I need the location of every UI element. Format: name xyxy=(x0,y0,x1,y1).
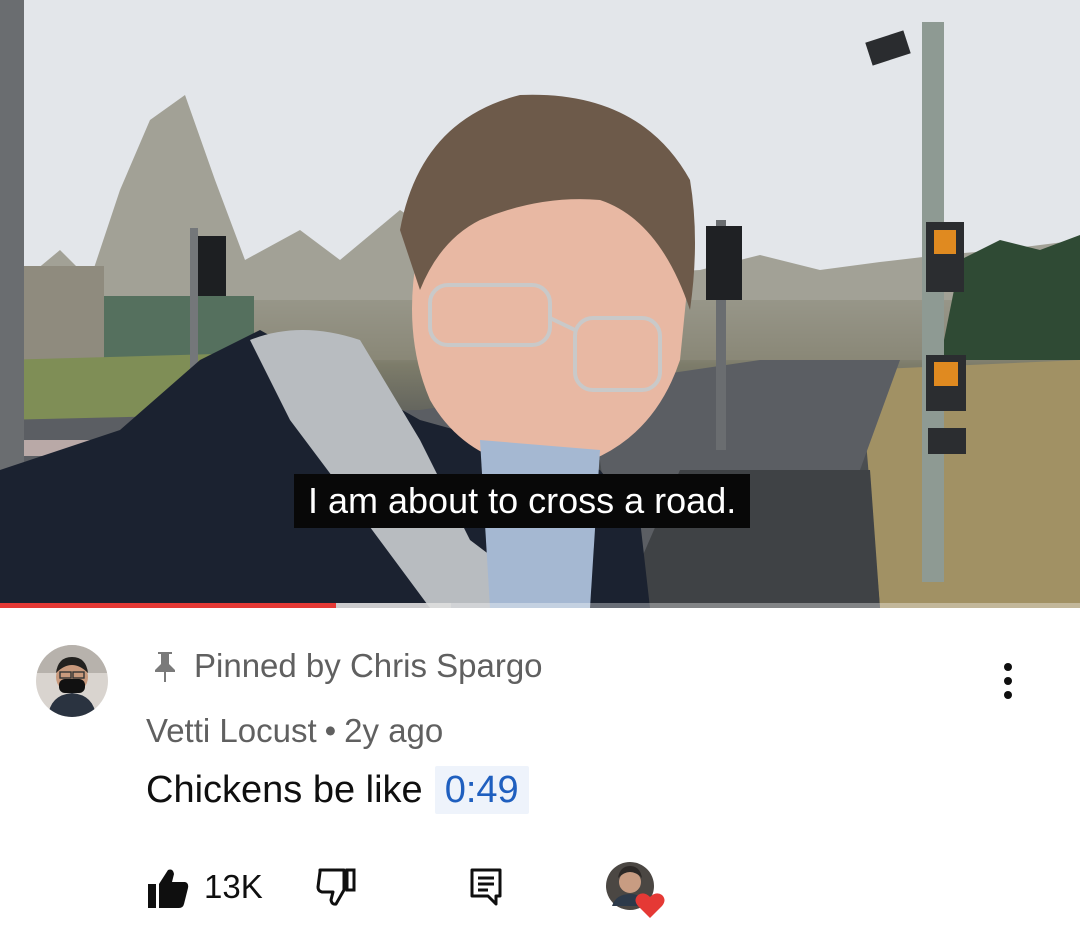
reply-icon[interactable] xyxy=(466,866,506,906)
comment-age: 2y ago xyxy=(344,712,444,749)
more-vert-icon[interactable] xyxy=(992,660,1024,704)
progress-played xyxy=(0,603,336,608)
meta-separator: • xyxy=(324,712,337,749)
comment-body: Chickens be like 0:49 xyxy=(146,766,529,814)
comment-actions: 13K xyxy=(0,860,1080,920)
comment-text: Chickens be like xyxy=(146,768,423,811)
video-player[interactable]: I am about to cross a road. xyxy=(0,0,1080,608)
thumb-down-icon[interactable] xyxy=(314,864,358,908)
commenter-avatar[interactable] xyxy=(36,645,108,717)
video-progress-bar[interactable] xyxy=(0,603,1080,608)
avatar-image xyxy=(36,645,108,717)
timestamp-link[interactable]: 0:49 xyxy=(434,766,529,814)
video-caption: I am about to cross a road. xyxy=(294,474,751,528)
pin-icon xyxy=(148,648,182,684)
comment-meta: Vetti Locust • 2y ago xyxy=(146,712,443,750)
comment-author[interactable]: Vetti Locust xyxy=(146,712,317,749)
thumb-up-icon[interactable] xyxy=(146,866,190,910)
pinned-by-text: Pinned by Chris Spargo xyxy=(194,647,543,684)
pinned-label: Pinned by Chris Spargo xyxy=(148,646,543,686)
like-count: 13K xyxy=(204,868,263,905)
creator-heart-icon xyxy=(604,860,668,920)
